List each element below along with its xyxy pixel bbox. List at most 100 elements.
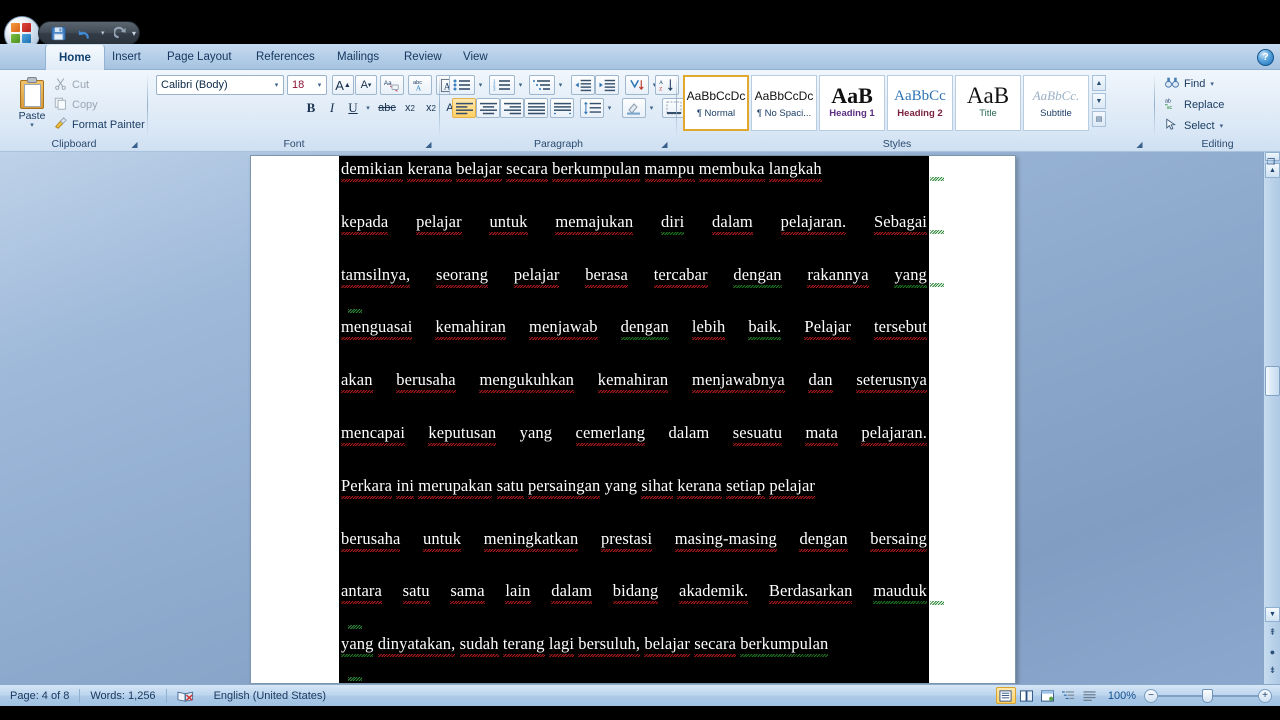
document-word[interactable]: berusaha — [341, 529, 401, 552]
zoom-slider[interactable] — [1158, 688, 1258, 703]
style-tile-heading-1[interactable]: AaB Heading 1 — [819, 75, 885, 131]
strikethrough-button[interactable]: abc — [376, 98, 398, 118]
document-line[interactable]: berusaha untuk meningkatkan prestasi masing-… — [341, 529, 927, 552]
shading-button[interactable] — [622, 98, 646, 118]
help-icon[interactable]: ? — [1257, 49, 1274, 66]
multilevel-dropdown-icon[interactable]: ▾ — [555, 75, 566, 95]
document-word[interactable]: pelajar — [416, 212, 462, 235]
underline-dropdown-icon[interactable]: ▾ — [362, 98, 374, 118]
customize-quick-access-icon[interactable]: ▾ — [127, 27, 141, 39]
document-word[interactable]: dalam — [669, 423, 710, 443]
document-word[interactable]: baik. — [748, 317, 782, 341]
document-word[interactable]: menguasai — [341, 317, 413, 341]
style-tile-heading-2[interactable]: AaBbCc Heading 2 — [887, 75, 953, 131]
document-word[interactable]: untuk — [423, 529, 462, 552]
document-word[interactable]: berkumpulan — [740, 634, 829, 658]
document-word[interactable]: satu — [402, 581, 430, 605]
previous-page-button[interactable]: ⇞ — [1266, 626, 1279, 639]
document-word[interactable]: secara — [694, 634, 736, 658]
scrollbar-thumb[interactable] — [1265, 366, 1280, 396]
document-word[interactable]: Berdasarkan — [768, 581, 853, 605]
paste-dropdown-icon[interactable]: ▾ — [30, 121, 34, 129]
document-word[interactable]: kemahiran — [435, 317, 507, 341]
document-word[interactable]: bersuluh, — [578, 634, 641, 658]
tab-review[interactable]: Review — [391, 44, 455, 70]
document-word[interactable]: diri — [660, 212, 685, 235]
justify-button[interactable] — [524, 98, 548, 118]
zoom-slider-thumb[interactable] — [1202, 688, 1213, 703]
find-dropdown-icon[interactable]: ▾ — [1210, 80, 1214, 88]
document-word[interactable]: menjawabnya — [692, 370, 785, 394]
document-line[interactable]: kepada pelajar untuk memajukan diri dalam pela… — [341, 212, 927, 235]
document-word[interactable]: kerana — [677, 476, 722, 499]
subscript-button[interactable]: x2 — [400, 98, 420, 118]
select-dropdown-icon[interactable]: ▾ — [1220, 122, 1224, 130]
zoom-in-button[interactable]: + — [1258, 688, 1272, 703]
document-word[interactable]: mauduk — [873, 581, 927, 605]
font-name-combo[interactable]: Calibri (Body) ▾ — [156, 75, 284, 95]
document-word[interactable]: Pelajar — [804, 317, 851, 341]
vertical-scrollbar[interactable]: ▲ ▼ ⇞ ● ⇟ — [1263, 152, 1280, 684]
document-word[interactable]: pelajar — [769, 476, 816, 499]
italic-button[interactable]: I — [322, 98, 342, 118]
document-line[interactable]: yang dinyatakan, sudah terang lagi bersu… — [341, 634, 927, 658]
font-dialog-launcher-icon[interactable]: ◢ — [423, 139, 434, 150]
style-tile-normal[interactable]: AaBbCcDc ¶ Normal — [683, 75, 749, 131]
document-word[interactable]: lagi — [548, 634, 575, 658]
styles-more-icon[interactable]: ▤ — [1092, 111, 1106, 127]
document-word[interactable]: setiap — [726, 476, 766, 499]
window-restore-icon[interactable]: ❐ — [1264, 155, 1278, 169]
increase-indent-button[interactable] — [595, 75, 619, 95]
decrease-indent-button[interactable] — [571, 75, 595, 95]
document-word[interactable]: langkah — [768, 159, 822, 182]
style-tile-subtitle[interactable]: AaBbCc. Subtitle — [1023, 75, 1089, 131]
document-line[interactable]: akan berusaha mengukuhkan kemahiran menjawab… — [341, 370, 927, 394]
document-line[interactable]: mencapai keputusan yang cemerlang dalam sesua… — [341, 423, 927, 446]
document-word[interactable]: dalam — [551, 581, 593, 605]
document-word[interactable]: bersaing — [870, 529, 927, 552]
document-word[interactable]: sesuatu — [732, 423, 783, 446]
select-button[interactable]: Select ▾ — [1165, 118, 1223, 134]
align-left-button[interactable] — [452, 98, 476, 118]
tab-references[interactable]: References — [243, 44, 328, 70]
cut-button[interactable]: Cut — [54, 77, 89, 93]
document-word[interactable]: mata — [805, 423, 838, 446]
document-word[interactable]: sudah — [459, 634, 499, 658]
underline-button[interactable]: U — [343, 98, 363, 118]
document-word[interactable]: yang — [894, 265, 927, 288]
line-spacing-dropdown-icon[interactable]: ▾ — [604, 98, 615, 118]
document-word[interactable]: antara — [341, 581, 382, 605]
document-word[interactable]: terang — [502, 634, 545, 658]
document-word[interactable]: satu — [496, 476, 524, 499]
numbering-button[interactable]: 1 2 3 — [489, 75, 515, 95]
document-word[interactable]: sihat — [641, 476, 674, 499]
document-line[interactable]: tamsilnya, seorang pelajar berasa tercabar de… — [341, 265, 927, 288]
document-word[interactable]: berasa — [585, 265, 628, 288]
status-language[interactable]: English (United States) — [204, 686, 337, 706]
sort-button[interactable] — [625, 75, 649, 95]
document-word[interactable]: kepada — [341, 212, 389, 235]
document-page[interactable]: demikian kerana belajar secara berkumpul… — [250, 155, 1016, 684]
grow-font-button[interactable]: A ▲ — [332, 75, 354, 95]
undo-dropdown-icon[interactable]: ▾ — [101, 29, 105, 37]
document-word[interactable]: yang — [520, 423, 552, 443]
document-word[interactable]: merupakan — [418, 476, 493, 499]
replace-button[interactable]: ab ac Replace — [1165, 97, 1224, 113]
tab-home[interactable]: Home — [45, 44, 105, 70]
document-word[interactable]: dinyatakan, — [377, 634, 456, 658]
style-tile-title[interactable]: AaB Title — [955, 75, 1021, 131]
clipboard-dialog-launcher-icon[interactable]: ◢ — [129, 139, 140, 150]
document-word[interactable]: Perkara — [341, 476, 393, 499]
document-word[interactable]: mengukuhkan — [479, 370, 575, 394]
status-page-number[interactable]: Page: 4 of 8 — [0, 686, 79, 706]
document-word[interactable]: akademik. — [679, 581, 749, 605]
document-word[interactable]: tercabar — [653, 265, 708, 288]
view-web-layout-button[interactable] — [1038, 687, 1058, 704]
document-word[interactable]: seorang — [436, 265, 489, 288]
document-word[interactable]: pelajaran. — [861, 423, 927, 446]
document-word[interactable]: lain — [505, 581, 531, 605]
scroll-down-button[interactable]: ▼ — [1265, 607, 1280, 622]
superscript-button[interactable]: x2 — [421, 98, 441, 118]
document-word[interactable]: membuka — [698, 159, 765, 182]
styles-scroll-down-icon[interactable]: ▼ — [1092, 93, 1106, 109]
